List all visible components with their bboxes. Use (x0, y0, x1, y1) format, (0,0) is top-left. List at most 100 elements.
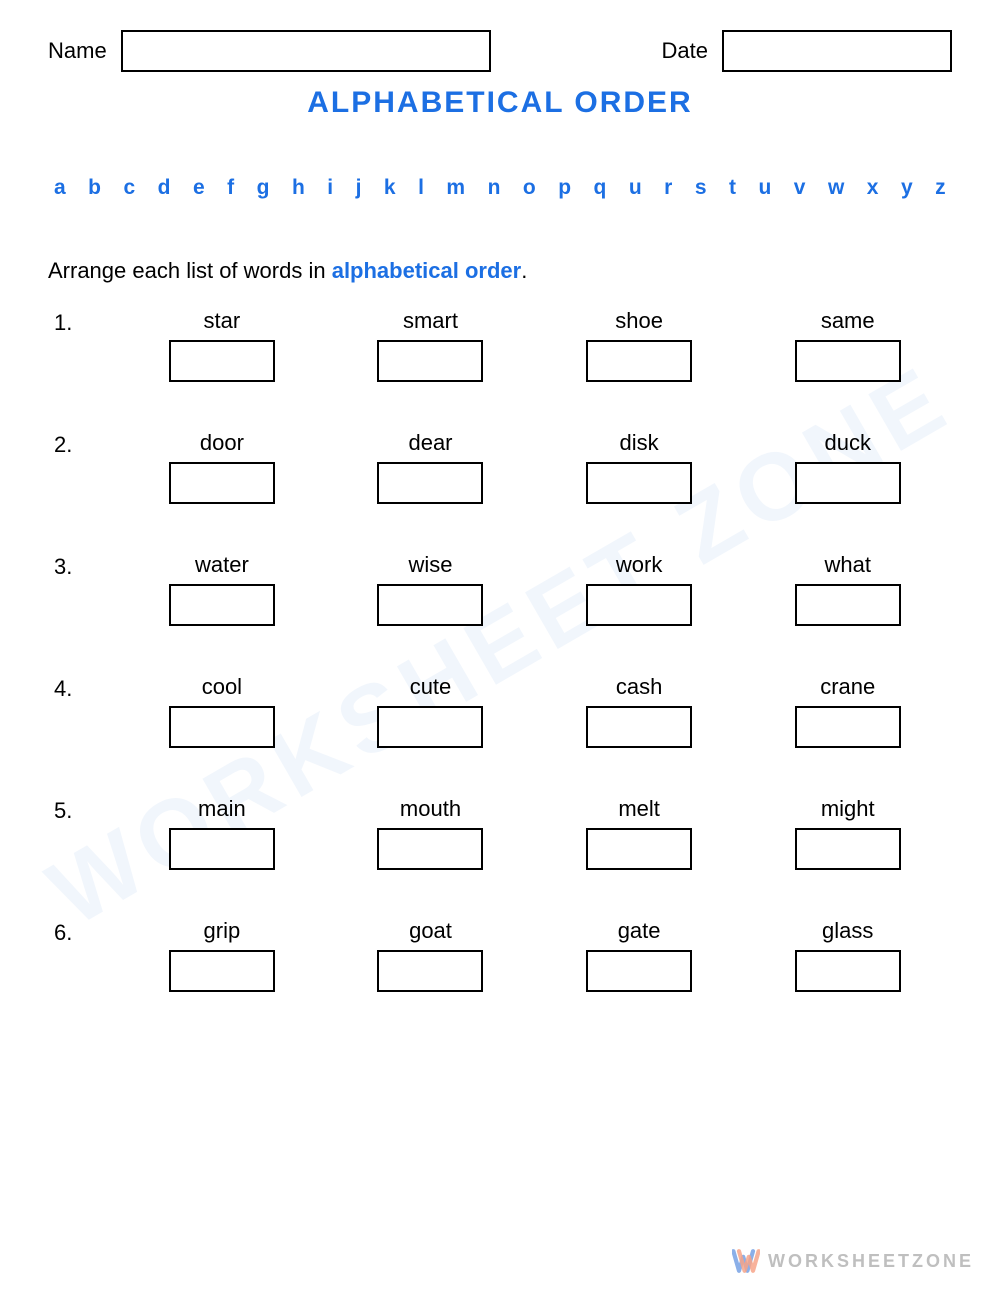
answer-box[interactable] (795, 462, 901, 504)
word-column: glass (743, 918, 952, 992)
row-number: 6. (48, 918, 118, 946)
word-label: goat (409, 918, 452, 944)
alphabet-letter: r (664, 176, 672, 200)
word-column: cute (326, 674, 535, 748)
answer-box[interactable] (586, 706, 692, 748)
word-column: crane (743, 674, 952, 748)
word-label: crane (820, 674, 875, 700)
answer-box[interactable] (377, 340, 483, 382)
word-column: shoe (535, 308, 744, 382)
instruction-suffix: . (521, 258, 527, 283)
word-column: duck (743, 430, 952, 504)
name-input[interactable] (121, 30, 491, 72)
alphabet-letter: z (935, 176, 946, 200)
alphabet-letter: h (292, 176, 305, 200)
alphabet-letter: l (418, 176, 424, 200)
answer-box[interactable] (586, 828, 692, 870)
alphabet-letter: x (867, 176, 879, 200)
word-column: same (743, 308, 952, 382)
word-column: star (118, 308, 327, 382)
answer-box[interactable] (169, 950, 275, 992)
date-input[interactable] (722, 30, 952, 72)
word-column: cash (535, 674, 744, 748)
answer-box[interactable] (586, 340, 692, 382)
answer-box[interactable] (377, 950, 483, 992)
alphabet-strip: abcdefghijklmnopqurstuvwxyz (48, 176, 952, 200)
alphabet-letter: y (901, 176, 913, 200)
answer-box[interactable] (586, 584, 692, 626)
word-column: gate (535, 918, 744, 992)
answer-box[interactable] (169, 828, 275, 870)
alphabet-letter: v (794, 176, 806, 200)
word-column: door (118, 430, 327, 504)
name-label: Name (48, 38, 107, 64)
exercise-row: 2.doordeardiskduck (48, 430, 952, 504)
answer-box[interactable] (377, 706, 483, 748)
brand-watermark: WORKSHEETZONE (732, 1247, 974, 1275)
alphabet-letter: u (629, 176, 642, 200)
word-label: duck (824, 430, 870, 456)
answer-box[interactable] (795, 950, 901, 992)
word-column: wise (326, 552, 535, 626)
instruction-accent: alphabetical order (332, 258, 522, 283)
answer-box[interactable] (795, 584, 901, 626)
header-row: Name Date (48, 30, 952, 72)
row-number: 1. (48, 308, 118, 336)
row-number: 3. (48, 552, 118, 580)
answer-box[interactable] (586, 950, 692, 992)
word-label: smart (403, 308, 458, 334)
word-label: gate (618, 918, 661, 944)
answer-box[interactable] (169, 706, 275, 748)
word-column: grip (118, 918, 327, 992)
word-column: dear (326, 430, 535, 504)
word-label: melt (618, 796, 660, 822)
alphabet-letter: d (158, 176, 171, 200)
brand-w-icon (732, 1247, 760, 1275)
answer-box[interactable] (795, 828, 901, 870)
word-label: wise (408, 552, 452, 578)
answer-box[interactable] (377, 462, 483, 504)
word-label: what (824, 552, 870, 578)
row-number: 2. (48, 430, 118, 458)
row-number: 5. (48, 796, 118, 824)
alphabet-letter: e (193, 176, 205, 200)
answer-box[interactable] (795, 340, 901, 382)
exercise-row: 5.mainmouthmeltmight (48, 796, 952, 870)
word-column: might (743, 796, 952, 870)
word-label: work (616, 552, 662, 578)
brand-text: WORKSHEETZONE (768, 1251, 974, 1272)
answer-box[interactable] (377, 584, 483, 626)
exercise-row: 3. water wise work what (48, 552, 952, 626)
answer-box[interactable] (169, 340, 275, 382)
alphabet-letter: b (88, 176, 101, 200)
page-title: ALPHABETICAL ORDER (48, 86, 952, 120)
word-column: cool (118, 674, 327, 748)
word-label: star (204, 308, 241, 334)
word-label: shoe (615, 308, 663, 334)
alphabet-letter: k (384, 176, 396, 200)
word-label: cute (410, 674, 452, 700)
alphabet-letter: n (488, 176, 501, 200)
answer-box[interactable] (377, 828, 483, 870)
answer-box[interactable] (169, 462, 275, 504)
answer-box[interactable] (169, 584, 275, 626)
date-label: Date (662, 38, 708, 64)
alphabet-letter: j (356, 176, 362, 200)
instruction-prefix: Arrange each list of words in (48, 258, 332, 283)
answer-box[interactable] (795, 706, 901, 748)
word-label: might (821, 796, 875, 822)
word-column: work (535, 552, 744, 626)
alphabet-letter: m (446, 176, 465, 200)
worksheet-page: Name Date ALPHABETICAL ORDER abcdefghijk… (0, 0, 1000, 1080)
word-column: goat (326, 918, 535, 992)
word-label: main (198, 796, 246, 822)
exercise-row: 4.coolcutecashcrane (48, 674, 952, 748)
answer-box[interactable] (586, 462, 692, 504)
alphabet-letter: a (54, 176, 66, 200)
exercise-row: 1. star smart shoe same (48, 308, 952, 382)
alphabet-letter: o (523, 176, 536, 200)
exercise-row: 6.grip goat gate glass (48, 918, 952, 992)
word-label: water (195, 552, 249, 578)
word-label: cool (202, 674, 242, 700)
alphabet-letter: p (558, 176, 571, 200)
